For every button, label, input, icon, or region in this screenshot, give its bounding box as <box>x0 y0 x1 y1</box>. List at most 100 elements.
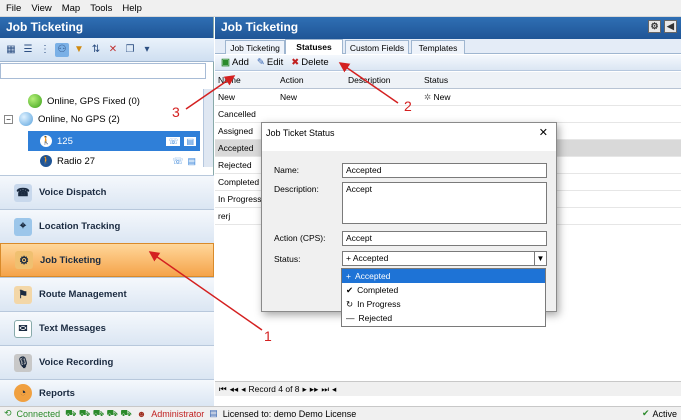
reports-icon: ◔ <box>14 384 32 402</box>
edit-button[interactable]: ✎ Edit <box>257 57 283 68</box>
tree-view-icon[interactable]: ⋮ <box>38 43 52 57</box>
job-icon: ⚙ <box>15 251 33 269</box>
volume-icon[interactable]: ◀ <box>664 20 677 33</box>
status-dropdown-list: + Accepted ✔ Completed ↻ In Progress — Rejec… <box>341 268 546 327</box>
speaker-icon[interactable]: ⚙ <box>648 20 661 33</box>
message-icon[interactable]: ▤ <box>184 136 196 146</box>
nav-reports[interactable]: ◔ Reports <box>0 379 214 406</box>
first-record-button[interactable]: ⏮ <box>219 384 227 395</box>
envelope-icon: ✉ <box>14 319 32 338</box>
filter-icon[interactable]: ▼ <box>72 43 86 57</box>
menu-map[interactable]: Map <box>62 3 80 14</box>
group-icon[interactable]: ⚇ <box>55 42 69 57</box>
tree-label: Online, GPS Fixed (0) <box>47 95 140 107</box>
tab-statuses[interactable]: Statuses <box>285 39 343 54</box>
person-icon: 🚶 <box>40 155 52 167</box>
list-view-icon[interactable]: ☰ <box>21 43 35 57</box>
window-icon[interactable]: ❐ <box>123 43 137 57</box>
sort-icon[interactable]: ⇅ <box>89 43 103 57</box>
tree-label: 125 <box>57 135 73 147</box>
message-icon[interactable]: ▤ <box>187 156 196 167</box>
nav-label: Voice Dispatch <box>39 187 107 198</box>
option-accepted[interactable]: + Accepted <box>342 269 545 283</box>
menu-file[interactable]: File <box>6 3 21 14</box>
menu-tools[interactable]: Tools <box>90 3 112 14</box>
prev-page-button[interactable]: ◂◂ <box>230 384 239 395</box>
edit-icon: ✎ <box>256 57 265 68</box>
nav-location-tracking[interactable]: ⌖ Location Tracking <box>0 209 214 243</box>
chevron-down-icon[interactable]: ▼ <box>534 252 546 265</box>
tree-scrollbar[interactable] <box>203 89 213 167</box>
next-record-button[interactable]: ▸ <box>303 384 307 395</box>
gear-icon: ✲ <box>424 92 432 102</box>
user-icon: ☻ <box>136 408 147 419</box>
plus-icon: + <box>346 253 351 263</box>
connection-status: Connected <box>16 408 61 419</box>
option-in-progress[interactable]: ↻ In Progress <box>342 297 545 311</box>
record-pager: ⏮ ◂◂ ◂ Record 4 of 8 ▸ ▸▸ ⏭ ◂ <box>215 381 681 396</box>
nav-label: Text Messages <box>39 323 106 334</box>
call-icon[interactable]: ☏ <box>166 136 181 146</box>
add-button[interactable]: ▣ Add <box>221 57 249 68</box>
column-header-action[interactable]: Action <box>277 72 343 89</box>
record-indicator: Record 4 of 8 <box>248 384 300 394</box>
map-icon: ⌖ <box>14 217 32 236</box>
tree-item-radio27[interactable]: 🚶 Radio 27 ☏ ▤ <box>28 151 200 171</box>
name-field[interactable]: Accepted <box>342 163 547 178</box>
person-icon: 🚶 <box>40 135 52 147</box>
delete-button[interactable]: ✖ Delete <box>291 57 328 68</box>
column-header-description[interactable]: Description <box>345 72 419 89</box>
column-header-status[interactable]: Status <box>421 72 501 89</box>
column-header-name[interactable]: Name <box>215 72 275 89</box>
collapse-icon[interactable]: − <box>4 114 13 124</box>
dropdown-icon[interactable]: ▾ <box>140 43 154 57</box>
annotation-2: 2 <box>404 98 412 114</box>
menu-help[interactable]: Help <box>122 3 142 14</box>
license-text: Licensed to: demo Demo License <box>222 408 357 419</box>
tree-item-125[interactable]: 🚶 125 ☏ ▤ <box>28 131 200 151</box>
call-icon[interactable]: ☏ <box>172 156 183 167</box>
table-row[interactable]: Cancelled <box>215 106 681 123</box>
table-row[interactable]: New New ✲ New <box>215 89 681 106</box>
left-panel: Job Ticketing ▦ ☰ ⋮ ⚇ ▼ ⇅ ✕ ❐ ▾ Online, … <box>0 17 214 406</box>
tab-bar: Job Ticketing Statuses Custom Fields Tem… <box>215 39 681 54</box>
minus-icon: — <box>346 313 355 323</box>
search-input[interactable] <box>0 63 206 79</box>
nav-voice-dispatch[interactable]: ☎ Voice Dispatch <box>0 175 214 209</box>
tree-label: Online, No GPS (2) <box>38 113 120 125</box>
back-record-button[interactable]: ◂ <box>332 384 336 395</box>
radio-icon: ☎ <box>14 183 32 202</box>
close-icon[interactable]: ✕ <box>539 126 548 139</box>
tools-icon[interactable]: ✕ <box>106 43 120 57</box>
check-icon: ✔ <box>641 408 650 418</box>
right-panel-title: Job Ticketing ⚙ ◀ <box>215 17 681 39</box>
prev-record-button[interactable]: ◂ <box>241 384 245 395</box>
tab-job-ticketing[interactable]: Job Ticketing <box>225 40 285 54</box>
status-select[interactable]: + Accepted ▼ <box>342 251 547 266</box>
connection-icon: ⟲ <box>4 408 12 418</box>
grid-toolbar: ▣ Add ✎ Edit ✖ Delete <box>215 55 681 71</box>
user-name: Administrator <box>151 408 205 419</box>
option-completed[interactable]: ✔ Completed <box>342 283 545 297</box>
menu-view[interactable]: View <box>31 3 51 14</box>
nav-text-messages[interactable]: ✉ Text Messages <box>0 311 214 345</box>
menu-bar: File View Map Tools Help <box>0 0 681 17</box>
nav-voice-recording[interactable]: 🎙 Voice Recording <box>0 345 214 379</box>
option-rejected[interactable]: — Rejected <box>342 311 545 325</box>
nav-job-ticketing[interactable]: ⚙ Job Ticketing <box>0 243 214 277</box>
plus-icon: + <box>346 271 351 281</box>
description-field[interactable]: Accept <box>342 182 547 224</box>
nav-route-management[interactable]: ⚑ Route Management <box>0 277 214 311</box>
add-icon: ▣ <box>221 57 230 68</box>
next-page-button[interactable]: ▸▸ <box>310 384 319 395</box>
nav-label: Voice Recording <box>39 357 114 368</box>
tab-custom-fields[interactable]: Custom Fields <box>345 40 409 54</box>
left-panel-title: Job Ticketing <box>0 17 213 38</box>
grid-view-icon[interactable]: ▦ <box>4 43 18 57</box>
tab-templates[interactable]: Templates <box>411 40 465 54</box>
last-record-button[interactable]: ⏭ <box>321 384 329 395</box>
delete-icon: ✖ <box>291 57 300 68</box>
right-panel-title-text: Job Ticketing <box>221 20 299 34</box>
refresh-icon: ↻ <box>346 298 354 309</box>
action-cps-field[interactable]: Accept <box>342 231 547 246</box>
